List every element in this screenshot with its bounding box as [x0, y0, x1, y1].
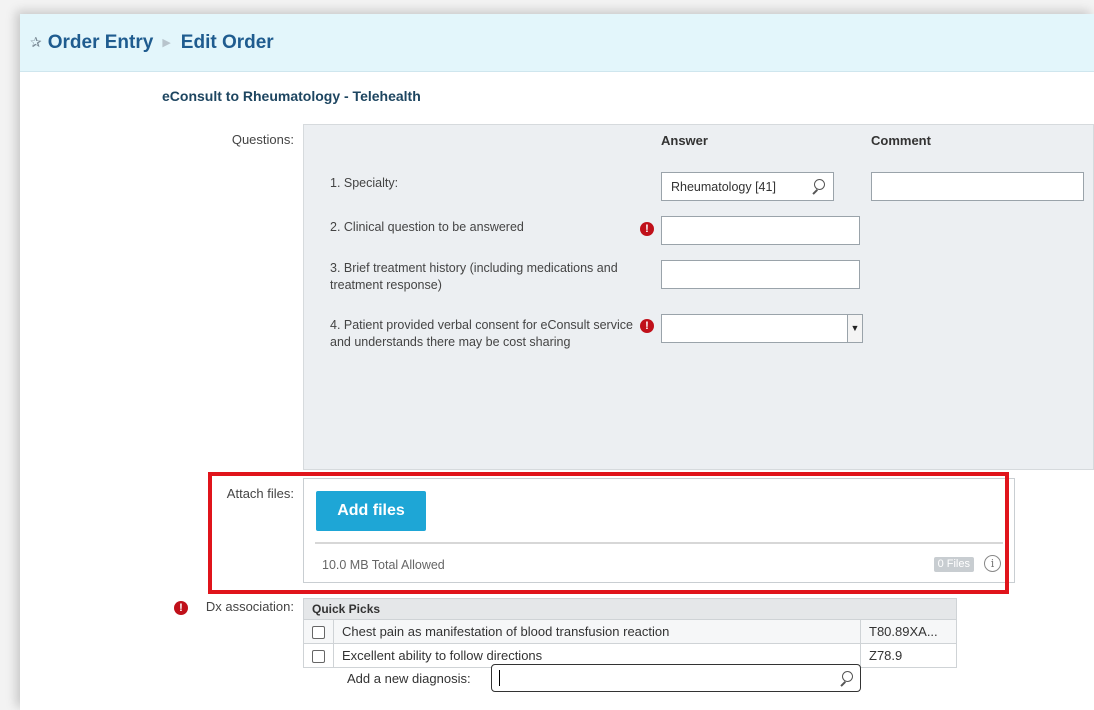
specialty-value: Rheumatology [41] — [671, 179, 776, 194]
answer-column-header: Answer — [661, 133, 708, 148]
search-icon[interactable] — [838, 671, 853, 686]
table-row[interactable]: Chest pain as manifestation of blood tra… — [303, 619, 957, 644]
dx-name: Chest pain as manifestation of blood tra… — [333, 619, 861, 644]
dx-checkbox[interactable] — [312, 626, 325, 640]
order-title: eConsult to Rheumatology - Telehealth — [162, 88, 421, 104]
highlight-annotation — [208, 472, 1009, 594]
questions-panel: Answer Comment 1. Specialty: Rheumatolog… — [303, 124, 1094, 470]
chevron-down-icon[interactable]: ▼ — [847, 315, 862, 342]
dx-association-label: Dx association: — [205, 599, 294, 614]
quick-picks-header: Quick Picks — [303, 598, 957, 620]
questions-label: Questions: — [231, 132, 294, 147]
new-diagnosis-input[interactable] — [491, 664, 861, 692]
required-icon: ! — [640, 319, 654, 333]
question-3-text: 3. Brief treatment history (including me… — [330, 261, 618, 292]
chevron-right-icon: ▶ — [162, 37, 171, 49]
quick-picks-table: Quick Picks Chest pain as manifestation … — [303, 598, 957, 668]
question-4-text: 4. Patient provided verbal consent for e… — [330, 318, 633, 349]
breadcrumb-edit-order: Edit Order — [180, 31, 274, 53]
question-1-text: 1. Specialty: — [330, 176, 399, 190]
treatment-history-field[interactable] — [661, 260, 860, 289]
specialty-comment-field[interactable] — [871, 172, 1084, 201]
question-2-text: 2. Clinical question to be answered — [330, 220, 524, 234]
dx-code: T80.89XA... — [860, 619, 957, 644]
new-diagnosis-label: Add a new diagnosis: — [347, 671, 471, 686]
clinical-question-field[interactable] — [661, 216, 860, 245]
order-window: ✰ Order Entry ▶ Edit Order eConsult to R… — [20, 14, 1094, 710]
consent-dropdown[interactable]: ▼ — [661, 314, 863, 343]
pin-icon[interactable]: ✰ — [30, 34, 42, 51]
dx-checkbox[interactable] — [312, 650, 325, 664]
required-icon: ! — [640, 222, 654, 236]
breadcrumb-order-entry[interactable]: Order Entry — [48, 32, 154, 54]
breadcrumb: ✰ Order Entry ▶ Edit Order — [20, 14, 1094, 72]
search-icon[interactable] — [810, 179, 825, 194]
specialty-lookup-field[interactable]: Rheumatology [41] — [661, 172, 834, 201]
comment-column-header: Comment — [871, 133, 931, 148]
dx-code: Z78.9 — [860, 643, 957, 668]
text-caret — [499, 670, 500, 686]
